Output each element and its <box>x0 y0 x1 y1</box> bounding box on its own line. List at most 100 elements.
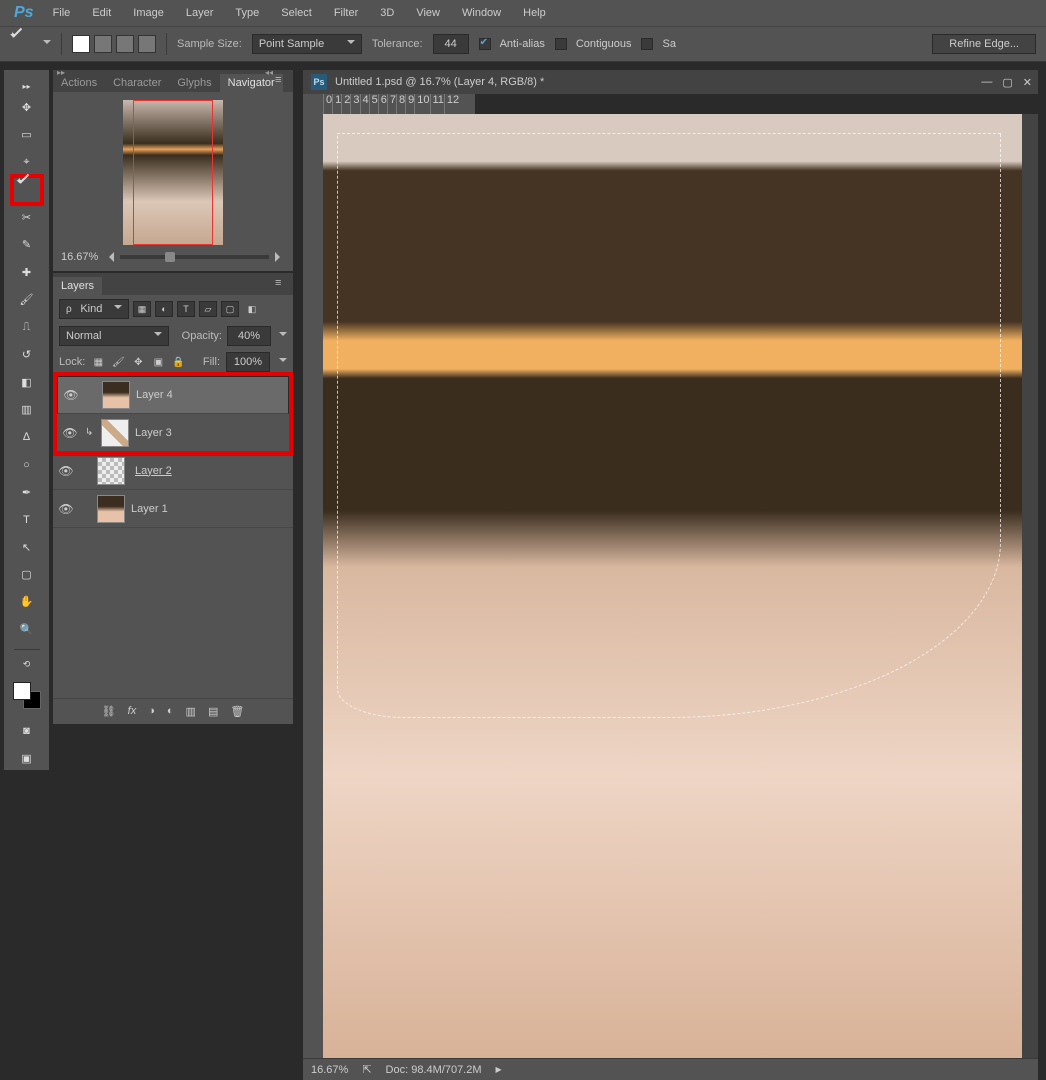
status-export-icon[interactable]: ⇱ <box>362 1063 371 1076</box>
new-layer-icon[interactable]: ▤ <box>208 705 218 718</box>
layer-row[interactable]: 👁 Layer 1 <box>53 490 293 528</box>
lock-pixels-icon[interactable]: 🖌 <box>111 355 125 369</box>
canvas[interactable] <box>323 114 1022 1058</box>
zoom-tool[interactable]: 🔍 <box>14 618 40 641</box>
refine-edge-button[interactable]: Refine Edge... <box>932 34 1036 54</box>
layer-row[interactable]: 👁 Layer 4 <box>57 376 289 414</box>
foreground-color[interactable] <box>13 682 31 700</box>
menu-filter[interactable]: Filter <box>325 3 367 23</box>
layer-thumbnail[interactable] <box>97 495 125 523</box>
add-adjustment-icon[interactable]: ◐ <box>167 705 174 718</box>
ruler-horizontal[interactable]: 0 1 2 3 4 5 6 7 8 9 10 11 12 <box>323 94 459 114</box>
tool-indicator-wand-icon[interactable] <box>10 34 30 54</box>
type-tool[interactable]: T <box>14 508 40 531</box>
hand-tool[interactable]: ✋ <box>14 590 40 613</box>
shape-tool[interactable]: ▢ <box>14 563 40 586</box>
crop-tool[interactable]: ✂ <box>14 206 40 229</box>
tab-glyphs[interactable]: Glyphs <box>169 74 219 92</box>
tab-layers[interactable]: Layers <box>53 277 102 295</box>
filter-type-icon[interactable]: T <box>177 301 195 317</box>
history-brush-tool[interactable]: ↺ <box>14 343 40 366</box>
layer-name[interactable]: Layer 2 <box>135 465 289 477</box>
navigator-thumbnail[interactable] <box>123 100 223 245</box>
add-mask-icon[interactable]: ◑ <box>148 705 155 718</box>
new-group-icon[interactable]: ▥ <box>186 705 196 718</box>
quick-mask-icon[interactable]: ◙ <box>14 719 40 742</box>
menu-type[interactable]: Type <box>226 3 268 23</box>
visibility-toggle-icon[interactable]: 👁 <box>57 502 75 516</box>
visibility-toggle-icon[interactable]: 👁 <box>57 464 75 478</box>
navigator-viewport-rect[interactable] <box>133 100 213 245</box>
lock-artboard-icon[interactable]: ▣ <box>151 355 165 369</box>
filter-adjust-icon[interactable]: ◐ <box>155 301 173 317</box>
menu-image[interactable]: Image <box>124 3 173 23</box>
gradient-tool[interactable]: ▥ <box>14 398 40 421</box>
sel-intersect-icon[interactable] <box>138 35 156 53</box>
layer-name[interactable]: Layer 4 <box>136 389 284 401</box>
anti-alias-checkbox[interactable] <box>479 38 491 50</box>
blend-mode-select[interactable]: Normal <box>59 326 169 346</box>
lasso-tool[interactable]: ⌖ <box>14 151 40 174</box>
menu-view[interactable]: View <box>407 3 449 23</box>
opacity-value[interactable]: 40% <box>227 326 271 346</box>
panel-collapse-icon-r[interactable]: ◂◂ <box>265 68 273 77</box>
status-doc-size[interactable]: Doc: 98.4M/707.2M <box>386 1064 482 1076</box>
ruler-origin[interactable] <box>303 94 323 114</box>
opacity-dropdown[interactable] <box>276 330 287 342</box>
menu-window[interactable]: Window <box>453 3 510 23</box>
layer-filter-kind[interactable]: ρ Kind <box>59 299 129 319</box>
layers-panel-menu-icon[interactable] <box>275 277 289 289</box>
vertical-scrollbar[interactable] <box>1022 114 1038 1058</box>
layer-name[interactable]: Layer 1 <box>131 503 289 515</box>
sample-all-checkbox[interactable] <box>641 38 653 50</box>
lock-position-icon[interactable]: ✥ <box>131 355 145 369</box>
clone-stamp-tool[interactable]: ⎍ <box>14 316 40 339</box>
lock-all-icon[interactable]: 🔒 <box>171 355 185 369</box>
zoom-out-icon[interactable] <box>104 252 114 262</box>
layer-fx-icon[interactable]: fx <box>128 705 137 718</box>
fill-value[interactable]: 100% <box>226 352 270 372</box>
contiguous-checkbox[interactable] <box>555 38 567 50</box>
menu-file[interactable]: File <box>44 3 80 23</box>
panel-menu-icon[interactable] <box>275 74 289 86</box>
path-select-tool[interactable]: ↖ <box>14 535 40 558</box>
eraser-tool[interactable]: ◧ <box>14 370 40 393</box>
menu-layer[interactable]: Layer <box>177 3 223 23</box>
layer-thumbnail[interactable] <box>101 419 129 447</box>
visibility-toggle-icon[interactable]: 👁 <box>62 388 80 402</box>
screen-mode-icon[interactable]: ▣ <box>14 747 40 770</box>
sample-size-select[interactable]: Point Sample <box>252 34 362 54</box>
sel-subtract-icon[interactable] <box>116 35 134 53</box>
document-titlebar[interactable]: Ps Untitled 1.psd @ 16.7% (Layer 4, RGB/… <box>303 70 1038 94</box>
dodge-tool[interactable]: ○ <box>14 453 40 476</box>
window-minimize-icon[interactable]: — <box>981 76 992 89</box>
filter-pixel-icon[interactable]: ▦ <box>133 301 151 317</box>
zoom-in-icon[interactable] <box>275 252 285 262</box>
link-layers-icon[interactable]: ⛓ <box>102 705 116 718</box>
window-maximize-icon[interactable]: ▢ <box>1002 76 1012 89</box>
menu-3d[interactable]: 3D <box>371 3 403 23</box>
brush-tool[interactable]: 🖌 <box>14 288 40 311</box>
menu-help[interactable]: Help <box>514 3 555 23</box>
filter-shape-icon[interactable]: ▱ <box>199 301 217 317</box>
swap-colors-icon[interactable]: ⟲ <box>14 658 40 672</box>
status-zoom[interactable]: 16.67% <box>311 1064 348 1076</box>
window-close-icon[interactable]: ✕ <box>1023 76 1032 89</box>
tab-navigator[interactable]: Navigator <box>220 74 283 92</box>
fill-dropdown[interactable] <box>276 356 287 368</box>
visibility-toggle-icon[interactable]: 👁 <box>61 426 79 440</box>
filter-smart-icon[interactable]: ▢ <box>221 301 239 317</box>
navigator-zoom-slider[interactable] <box>120 255 269 259</box>
layer-thumbnail[interactable] <box>102 381 130 409</box>
collapse-handle-icon[interactable]: ▸▸ <box>14 82 40 92</box>
ruler-vertical[interactable] <box>303 114 323 1058</box>
panel-collapse-icon[interactable]: ▸▸ <box>57 68 65 77</box>
healing-brush-tool[interactable]: ✚ <box>14 261 40 284</box>
tool-preset-dropdown[interactable] <box>40 38 51 50</box>
magic-wand-tool[interactable] <box>14 178 40 201</box>
menu-edit[interactable]: Edit <box>83 3 120 23</box>
layer-thumbnail[interactable] <box>97 457 125 485</box>
tab-character[interactable]: Character <box>105 74 169 92</box>
navigator-zoom-value[interactable]: 16.67% <box>61 251 98 263</box>
filter-toggle-icon[interactable]: ◧ <box>243 301 261 317</box>
